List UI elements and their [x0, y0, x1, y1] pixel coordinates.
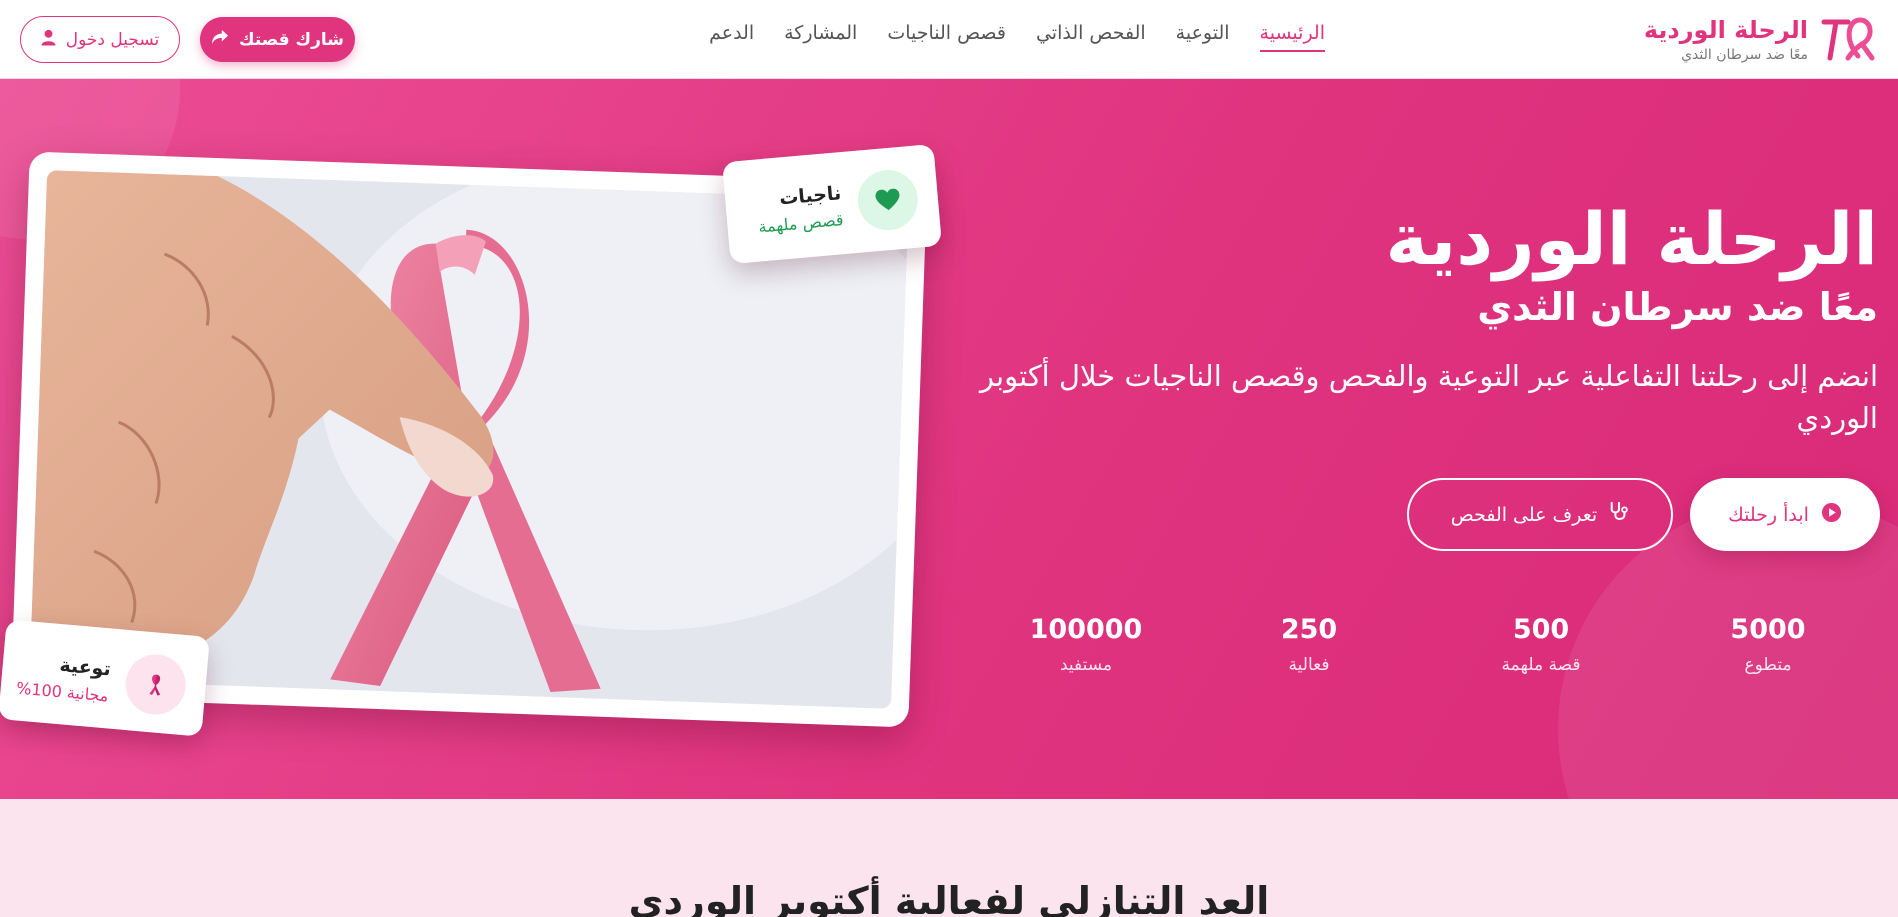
stat-value: 5000 — [1730, 614, 1806, 645]
stat-stories: 500 قصة ملهمة — [1471, 614, 1611, 675]
awareness-badge: توعية مجانية 100% — [0, 619, 210, 737]
nav-item-self-exam[interactable]: الفحص الذاتي — [1036, 22, 1146, 52]
nav-item-participation[interactable]: المشاركة — [784, 22, 857, 52]
hero-section: الرحلة الوردية معًا ضد سرطان الثدي انضم … — [0, 79, 1898, 799]
stat-beneficiaries: 100000 مستفيد — [1016, 614, 1156, 675]
stat-label: قصة ملهمة — [1501, 655, 1581, 675]
awareness-badge-subtitle: مجانية 100% — [15, 678, 110, 706]
stat-label: فعالية — [1288, 655, 1330, 675]
main-nav: الرئيسية التوعية الفحص الذاتي قصص الناجي… — [709, 22, 1325, 52]
stats-row: 5000 متطوع 500 قصة ملهمة 250 فعالية 1000… — [918, 614, 1838, 694]
learn-exam-button[interactable]: تعرف على الفحص — [1407, 478, 1673, 551]
stat-events: 250 فعالية — [1239, 614, 1379, 675]
countdown-title: العد التنازلي لفعالية أكتوبر الوردي — [628, 879, 1270, 917]
stat-label: مستفيد — [1059, 655, 1113, 675]
nav-item-awareness[interactable]: التوعية — [1176, 22, 1230, 52]
nav-item-support[interactable]: الدعم — [709, 22, 754, 52]
start-journey-label: ابدأ رحلتك — [1728, 503, 1809, 526]
stethoscope-icon — [1609, 501, 1629, 528]
stat-volunteers: 5000 متطوع — [1698, 614, 1838, 675]
ribbon-icon — [123, 652, 189, 718]
hero-description: انضم إلى رحلتنا التفاعلية عبر التوعية وا… — [980, 359, 1878, 435]
share-story-label: شارك قصتك — [238, 29, 345, 50]
user-icon — [41, 29, 56, 51]
login-button[interactable]: تسجيل دخول — [20, 16, 180, 63]
learn-exam-label: تعرف على الفحص — [1450, 503, 1598, 526]
stat-label: متطوع — [1744, 655, 1792, 675]
start-journey-button[interactable]: ابدأ رحلتك — [1690, 478, 1880, 551]
brand[interactable]: الرحلة الوردية معًا ضد سرطان الثدي — [1636, 14, 1876, 66]
site-header: الرحلة الوردية معًا ضد سرطان الثدي الرئي… — [0, 0, 1898, 79]
share-story-button[interactable]: شارك قصتك — [200, 17, 355, 62]
share-arrow-icon — [211, 29, 229, 50]
stat-value: 250 — [1280, 614, 1338, 645]
awareness-badge-title: توعية — [58, 654, 112, 681]
survivors-badge: ناجيات قصص ملهمة — [721, 143, 943, 265]
survivors-badge-subtitle: قصص ملهمة — [757, 210, 845, 237]
play-circle-icon — [1821, 502, 1842, 528]
brand-title: الرحلة الوردية — [1643, 16, 1808, 44]
hero-title: الرحلة الوردية — [1385, 197, 1878, 281]
hero-subtitle: معًا ضد سرطان الثدي — [1477, 285, 1878, 329]
nav-item-home[interactable]: الرئيسية — [1259, 22, 1325, 52]
brand-subtitle: معًا ضد سرطان الثدي — [1681, 47, 1808, 63]
stat-value: 100000 — [1029, 614, 1143, 645]
pink-ribbon-logo-icon — [1818, 16, 1876, 62]
nav-item-survivor-stories[interactable]: قصص الناجيات — [887, 22, 1006, 52]
login-label: تسجيل دخول — [65, 29, 160, 50]
heart-icon — [855, 167, 921, 233]
survivors-badge-title: ناجيات — [778, 182, 843, 210]
stat-value: 500 — [1512, 614, 1570, 645]
countdown-section: العد التنازلي لفعالية أكتوبر الوردي — [0, 799, 1898, 917]
